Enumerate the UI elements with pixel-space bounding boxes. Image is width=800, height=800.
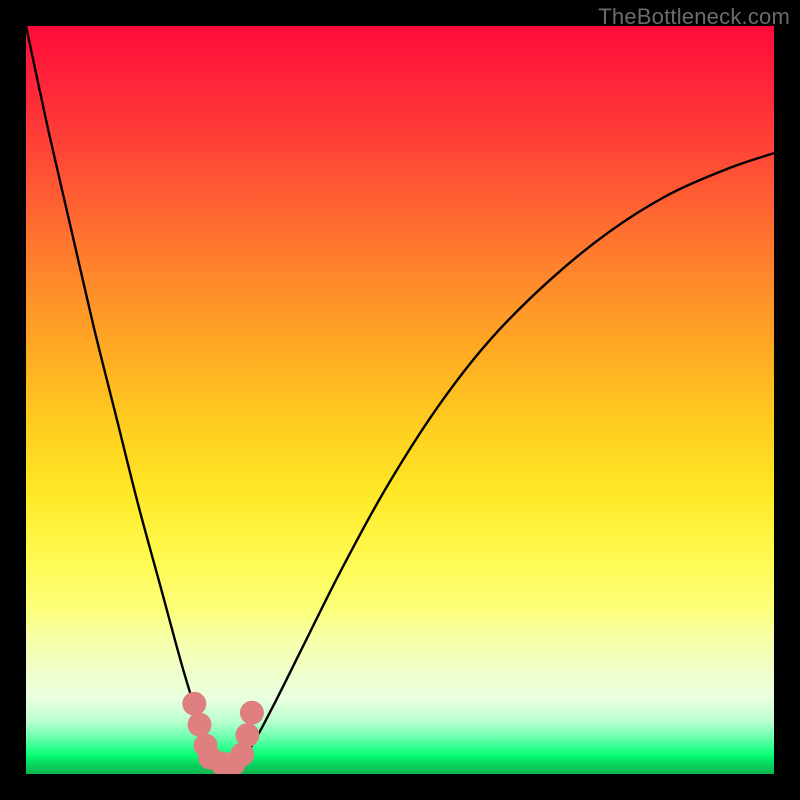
marker-dot [188, 713, 212, 737]
watermark-text: TheBottleneck.com [598, 4, 790, 30]
marker-dot [240, 701, 264, 725]
marker-dot [182, 692, 206, 716]
marker-group [182, 692, 264, 774]
bottleneck-curve [26, 26, 774, 767]
chart-overlay [26, 26, 774, 774]
marker-dot [235, 723, 259, 747]
chart-frame [26, 26, 774, 774]
